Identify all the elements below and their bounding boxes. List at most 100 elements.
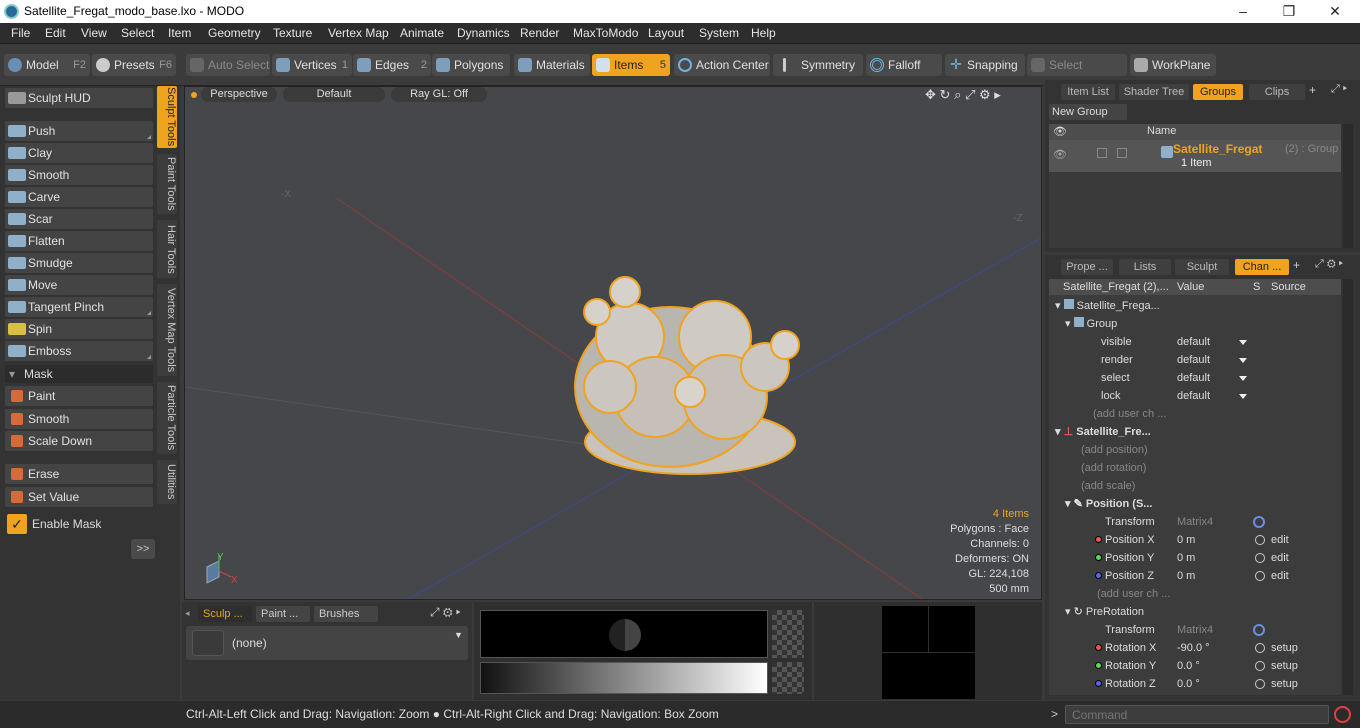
edges-button[interactable]: Edges 2: [353, 54, 431, 76]
channel-row-prerotation[interactable]: ▾ ↻ PreRotation: [1049, 603, 1341, 621]
channel-row-add-user[interactable]: (add user ch ...: [1049, 585, 1341, 603]
channel-row-render[interactable]: render default: [1049, 351, 1341, 369]
close-button[interactable]: ✕: [1312, 0, 1358, 23]
brush-selector[interactable]: (none) ▼: [186, 626, 468, 660]
menu-file[interactable]: File: [11, 26, 30, 40]
panel-tools-icons[interactable]: ⤢ ⚙ ▸: [430, 605, 461, 620]
tab-paint-tools[interactable]: Paint Tools: [157, 154, 177, 214]
rotate-view-icon[interactable]: ↻: [940, 87, 951, 102]
menu-select[interactable]: Select: [121, 26, 154, 40]
model-button[interactable]: Model F2: [4, 54, 90, 76]
channel-row-add-position[interactable]: (add position): [1049, 441, 1341, 459]
visibility-eye-icon[interactable]: 👁: [1053, 148, 1067, 161]
tool-tangent-pinch[interactable]: Tangent Pinch: [5, 297, 153, 317]
menu-item[interactable]: Item: [168, 26, 191, 40]
raygl-toggle[interactable]: Ray GL: Off: [391, 87, 487, 102]
tab-groups[interactable]: Groups: [1193, 84, 1243, 100]
channel-row-select[interactable]: select default: [1049, 369, 1341, 387]
maximize-button[interactable]: ❐: [1266, 0, 1312, 23]
tool-emboss[interactable]: Emboss: [5, 341, 153, 361]
menu-texture[interactable]: Texture: [273, 26, 312, 40]
maximize-view-icon[interactable]: ⤢: [965, 87, 975, 102]
tool-scar[interactable]: Scar: [5, 209, 153, 229]
vertices-button[interactable]: Vertices 1: [272, 54, 352, 76]
3d-viewport[interactable]: Y X -X -Z Perspective Default Ray GL: Of…: [184, 86, 1042, 600]
add-tab-icon[interactable]: +: [1309, 83, 1316, 97]
tab-utilities[interactable]: Utilities: [157, 460, 177, 504]
panel-tools-icons[interactable]: ⤢ ⚙ ▸: [1315, 258, 1343, 271]
tab-properties[interactable]: Prope ...: [1061, 259, 1113, 275]
channel-row-visible[interactable]: visible default: [1049, 333, 1341, 351]
channel-row-rotation-y[interactable]: Rotation Y 0.0 ° setup: [1049, 657, 1341, 675]
tool-smooth[interactable]: Smooth: [5, 165, 153, 185]
menu-geometry[interactable]: Geometry: [208, 26, 261, 40]
menu-help[interactable]: Help: [751, 26, 776, 40]
snapping-button[interactable]: ✛ Snapping: [945, 54, 1025, 76]
channel-row-position-x[interactable]: Position X0 m edit: [1049, 531, 1341, 549]
group-row[interactable]: 👁 Satellite_Fregat (2) : Group 1 Item: [1049, 140, 1341, 172]
polygons-button[interactable]: Polygons: [432, 54, 510, 76]
menu-animate[interactable]: Animate: [400, 26, 444, 40]
add-tab-icon[interactable]: +: [1293, 258, 1300, 272]
tab-shader-tree[interactable]: Shader Tree: [1119, 84, 1189, 100]
settings-gear-icon[interactable]: ⚙: [979, 87, 991, 102]
viewport-menu-dot[interactable]: [191, 92, 197, 98]
channel-row-position-group[interactable]: ▾ ✎ Position (S...: [1049, 495, 1341, 513]
scrollbar[interactable]: [1343, 124, 1353, 248]
action-center-button[interactable]: Action Center: [674, 54, 770, 76]
materials-button[interactable]: Materials: [514, 54, 590, 76]
channel-row-item[interactable]: ▾ Satellite_Frega...: [1049, 297, 1341, 315]
new-group-button[interactable]: New Group: [1049, 104, 1127, 120]
tab-lists[interactable]: Lists: [1119, 259, 1171, 275]
enable-mask-checkbox[interactable]: ✓: [7, 514, 27, 534]
minimize-button[interactable]: –: [1220, 0, 1266, 23]
tool-smudge[interactable]: Smudge: [5, 253, 153, 273]
tab-particle-tools[interactable]: Particle Tools: [157, 382, 177, 454]
mask-set-value[interactable]: Set Value: [5, 487, 153, 507]
tool-carve[interactable]: Carve: [5, 187, 153, 207]
channel-row-add-user[interactable]: (add user ch ...: [1049, 405, 1341, 423]
channel-row-locator[interactable]: ▾ ⊥ Satellite_Fre...: [1049, 423, 1341, 441]
lock-toggle[interactable]: [1097, 148, 1107, 158]
auto-select-button[interactable]: Auto Select: [186, 54, 270, 76]
channel-row-position-y[interactable]: Position Y0 m edit: [1049, 549, 1341, 567]
mask-erase[interactable]: Erase: [5, 464, 153, 484]
mask-section-header[interactable]: ▾ Mask: [5, 365, 153, 383]
channel-row-rotation-z[interactable]: Rotation Z 0.0 ° setup: [1049, 675, 1341, 693]
tab-sculpt-tools[interactable]: Sculpt Tools: [157, 86, 177, 148]
tool-move[interactable]: Move: [5, 275, 153, 295]
menu-layout[interactable]: Layout: [648, 26, 684, 40]
menu-vertex-map[interactable]: Vertex Map: [328, 26, 389, 40]
channel-row-position-z[interactable]: Position Z0 m edit: [1049, 567, 1341, 585]
presets-button[interactable]: Presets F6: [92, 54, 176, 76]
channel-row-add-scale[interactable]: (add scale): [1049, 477, 1341, 495]
falloff-button[interactable]: Falloff: [866, 54, 942, 76]
channel-row-transform[interactable]: Transform Matrix4: [1049, 513, 1341, 531]
command-input[interactable]: [1065, 705, 1329, 724]
channel-row-group[interactable]: ▾ Group: [1049, 315, 1341, 333]
tab-brushes[interactable]: Brushes: [314, 606, 378, 622]
channel-row-lock[interactable]: lock default: [1049, 387, 1341, 405]
tool-push[interactable]: Push: [5, 121, 153, 141]
tab-sculpt-brush[interactable]: Sculp ...: [198, 606, 252, 622]
tool-flatten[interactable]: Flatten: [5, 231, 153, 251]
menu-render[interactable]: Render: [520, 26, 559, 40]
symmetry-button[interactable]: Symmetry: [773, 54, 863, 76]
menu-view[interactable]: View: [81, 26, 107, 40]
mask-scale-down[interactable]: Scale Down: [5, 431, 153, 451]
tab-clips[interactable]: Clips: [1249, 84, 1305, 100]
tab-hair-tools[interactable]: Hair Tools: [157, 220, 177, 278]
select-toggle[interactable]: [1117, 148, 1127, 158]
menu-dynamics[interactable]: Dynamics: [457, 26, 510, 40]
mask-paint[interactable]: Paint: [5, 386, 153, 406]
perspective-dropdown[interactable]: Perspective: [201, 87, 277, 102]
channel-row-add-rotation[interactable]: (add rotation): [1049, 459, 1341, 477]
shading-default-dropdown[interactable]: Default: [283, 87, 385, 102]
record-icon[interactable]: [1334, 706, 1351, 723]
menu-system[interactable]: System: [699, 26, 739, 40]
tool-clay[interactable]: Clay: [5, 143, 153, 163]
more-options-button[interactable]: >>: [131, 539, 155, 559]
collapse-arrow-icon[interactable]: ◂: [185, 608, 190, 619]
mask-smooth[interactable]: Smooth: [5, 409, 153, 429]
workplane-button[interactable]: WorkPlane: [1130, 54, 1216, 76]
